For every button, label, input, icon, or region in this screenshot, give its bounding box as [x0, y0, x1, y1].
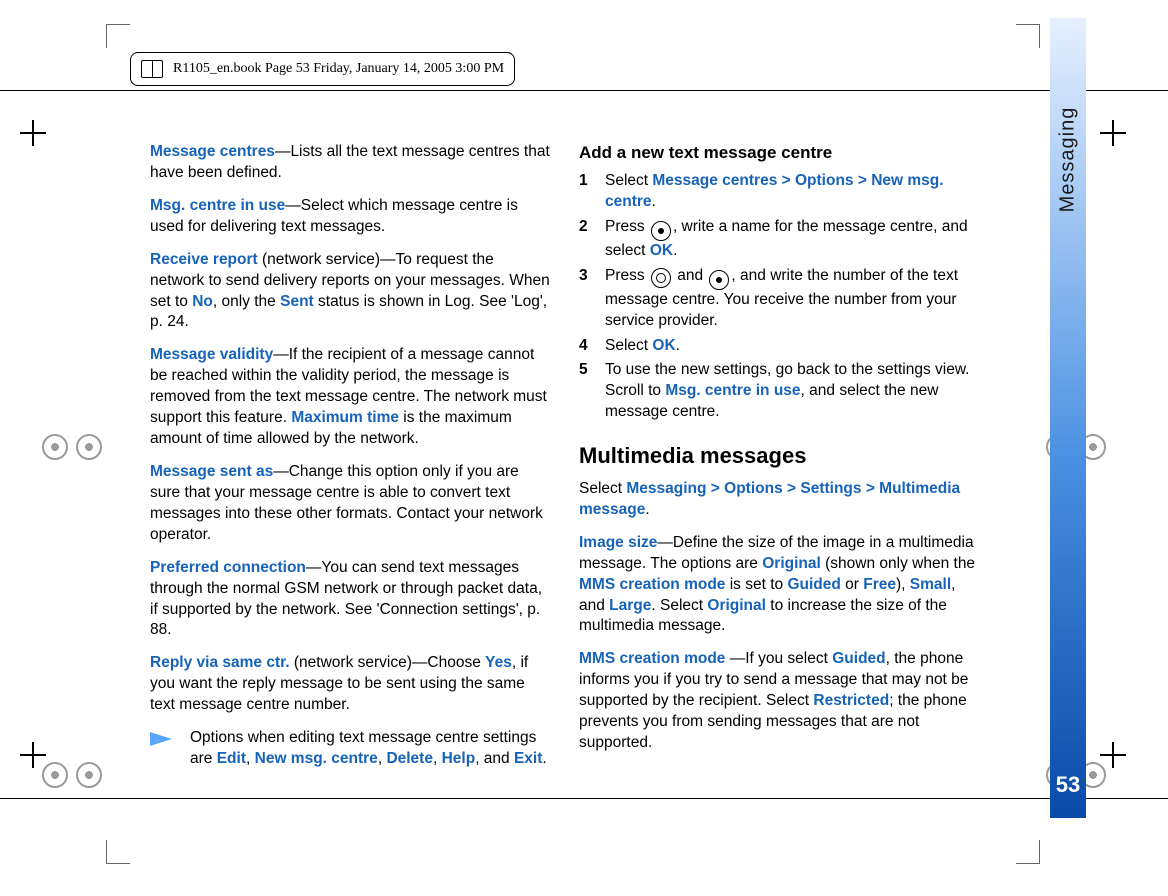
step-1: Select Message centres > Options > New m… [579, 171, 980, 213]
term: Message validity [150, 346, 273, 363]
sep: , [433, 750, 442, 767]
setting-preferred-connection: Preferred connection—You can send text m… [150, 558, 551, 642]
setting-image-size: Image size—Define the size of the image … [579, 533, 980, 638]
text: Select [605, 172, 652, 189]
text: —If you select [730, 650, 833, 667]
sep: , [246, 750, 255, 767]
manual-page: R1105_en.book Page 53 Friday, January 14… [0, 0, 1168, 896]
text: or [841, 576, 863, 593]
opt-new-msg-centre: New msg. centre [255, 750, 378, 767]
setting-receive-report: Receive report (network service)—To requ… [150, 250, 551, 334]
opt-delete: Delete [386, 750, 433, 767]
value-restricted: Restricted [813, 692, 889, 709]
setting-message-validity: Message validity—If the recipient of a m… [150, 345, 551, 450]
value-original: Original [762, 555, 821, 572]
text: (shown only when the [821, 555, 975, 572]
value-guided: Guided [787, 576, 840, 593]
text: (network service)—Choose [290, 654, 486, 671]
setting-message-centres: Message centres—Lists all the text messa… [150, 142, 551, 184]
print-header-box: R1105_en.book Page 53 Friday, January 14… [130, 52, 515, 86]
rule-line-bottom [0, 798, 1168, 799]
registration-cross-icon [1100, 120, 1126, 146]
text: , only the [213, 293, 280, 310]
term: Image size [579, 534, 657, 551]
value-sent: Sent [280, 293, 314, 310]
setting-message-sent-as: Message sent as—Change this option only … [150, 462, 551, 546]
setting-reply-via-same-ctr: Reply via same ctr. (network service)—Ch… [150, 653, 551, 716]
cropmark-br [1016, 840, 1040, 864]
menu-path: Messaging > Options > Settings > Multime… [579, 480, 960, 518]
page-number: 53 [1050, 772, 1086, 798]
value-no: No [192, 293, 213, 310]
term: Preferred connection [150, 559, 306, 576]
text: . [645, 501, 649, 518]
value-small: Small [910, 576, 951, 593]
section-label: Messaging [1057, 107, 1080, 213]
value-guided: Guided [832, 650, 885, 667]
options-note: Options when editing text message centre… [150, 728, 551, 770]
scroll-key-icon [709, 270, 729, 290]
text: Select [605, 337, 652, 354]
left-column: Message centres—Lists all the text messa… [150, 142, 551, 770]
cropmark-tr [1016, 24, 1040, 48]
value-maximum-time: Maximum time [291, 409, 399, 426]
value-free: Free [863, 576, 896, 593]
step-2: Press , write a name for the message cen… [579, 217, 980, 262]
text: Select [579, 480, 626, 497]
value-large: Large [609, 597, 651, 614]
text: . [673, 242, 677, 259]
side-tab: Messaging 53 [1050, 18, 1086, 818]
term: Msg. centre in use [150, 197, 285, 214]
book-icon [141, 60, 163, 78]
subheading-add-new-centre: Add a new text message centre [579, 142, 980, 165]
text: Press [605, 267, 649, 284]
step-5: To use the new settings, go back to the … [579, 360, 980, 423]
print-header-text: R1105_en.book Page 53 Friday, January 14… [173, 61, 504, 77]
note-arrow-icon [150, 732, 172, 746]
value-ok: OK [650, 242, 673, 259]
end: . [542, 750, 546, 767]
term: Receive report [150, 251, 258, 268]
term: Reply via same ctr. [150, 654, 290, 671]
color-target-icon [42, 760, 102, 786]
steps-list: Select Message centres > Options > New m… [579, 171, 980, 423]
setting-msg-centre-in-use: Msg. centre in use—Select which message … [150, 196, 551, 238]
mm-path: Select Messaging > Options > Settings > … [579, 479, 980, 521]
text: Press [605, 218, 649, 235]
text: . Select [651, 597, 707, 614]
step-3: Press and , and write the number of the … [579, 266, 980, 332]
sep: , and [475, 750, 514, 767]
text: ), [896, 576, 910, 593]
term: Message sent as [150, 463, 273, 480]
selection-key-icon [651, 268, 671, 288]
step-4: Select OK. [579, 336, 980, 357]
opt-exit: Exit [514, 750, 542, 767]
heading-multimedia-messages: Multimedia messages [579, 441, 980, 471]
text: . [676, 337, 680, 354]
setting-mms-creation-mode: MMS creation mode —If you select Guided,… [579, 649, 980, 754]
rule-line-top [0, 90, 1168, 91]
opt-edit: Edit [217, 750, 246, 767]
term: MMS creation mode [579, 650, 730, 667]
registration-cross-icon [20, 120, 46, 146]
text: . [652, 193, 656, 210]
term: Message centres [150, 143, 275, 160]
cropmark-bl [106, 840, 130, 864]
page-content: Message centres—Lists all the text messa… [150, 142, 980, 770]
text: is set to [725, 576, 787, 593]
color-target-icon [42, 432, 102, 458]
value-ok: OK [652, 337, 675, 354]
right-column: Add a new text message centre Select Mes… [579, 142, 980, 770]
text: and [673, 267, 707, 284]
value-yes: Yes [485, 654, 512, 671]
cropmark-tl [106, 24, 130, 48]
value-original: Original [707, 597, 766, 614]
opt-help: Help [442, 750, 476, 767]
value-mms-creation-mode: MMS creation mode [579, 576, 725, 593]
scroll-key-icon [651, 221, 671, 241]
value-msg-centre-in-use: Msg. centre in use [665, 382, 800, 399]
